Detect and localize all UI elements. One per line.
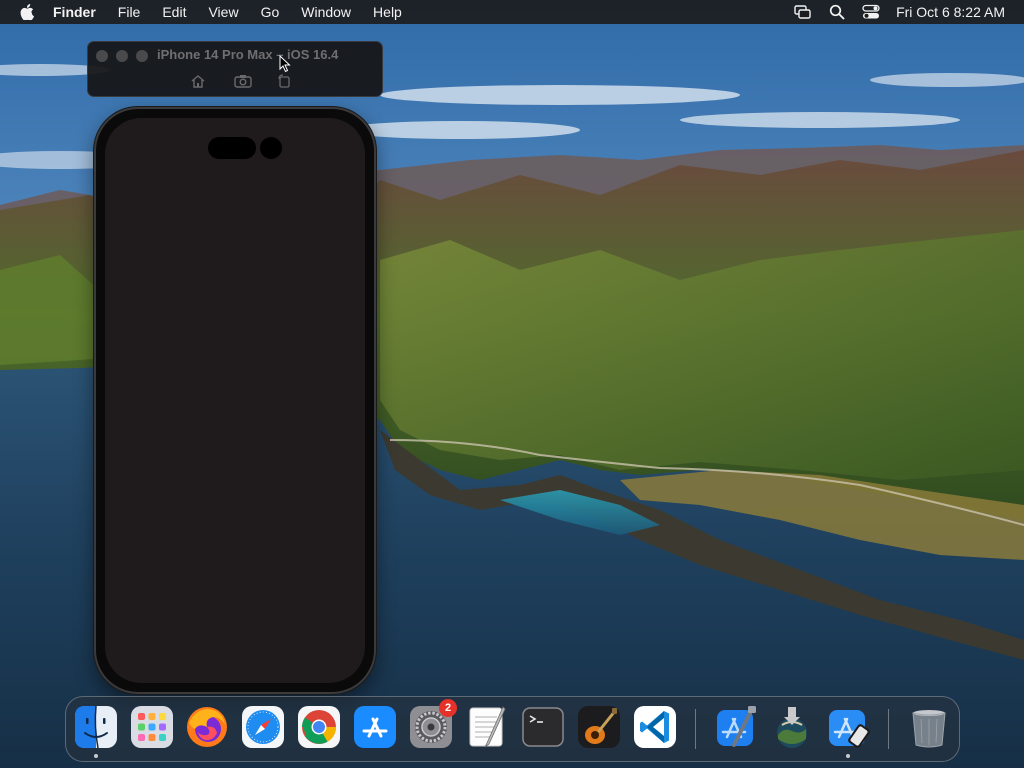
launchpad-icon — [131, 706, 173, 748]
dock-xcode[interactable] — [714, 705, 758, 749]
notification-badge: 2 — [439, 699, 457, 717]
menu-clock[interactable]: Fri Oct 6 8:22 AM — [896, 4, 1005, 20]
spotlight-search-icon[interactable] — [828, 4, 846, 20]
menu-bar: Finder File Edit View Go Window Help Fri… — [0, 0, 1024, 24]
menu-help[interactable]: Help — [373, 4, 402, 20]
firefox-icon — [187, 707, 227, 747]
dock-macos-installer[interactable] — [770, 705, 814, 749]
home-button[interactable] — [188, 72, 208, 90]
dock-firefox[interactable] — [185, 705, 229, 749]
iphone-screen[interactable] — [105, 118, 365, 683]
menu-status-area: Fri Oct 6 8:22 AM — [794, 0, 1024, 24]
dock-terminal[interactable] — [521, 705, 565, 749]
menu-edit[interactable]: Edit — [162, 4, 186, 20]
dock-garageband[interactable] — [577, 705, 621, 749]
control-center-icon[interactable] — [862, 4, 880, 20]
running-indicator — [846, 754, 850, 758]
zoom-button[interactable] — [136, 50, 148, 62]
dock-simulator[interactable] — [826, 705, 870, 758]
dock-system-settings[interactable]: 2 — [409, 699, 457, 749]
installer-icon — [777, 707, 807, 748]
minimize-button[interactable] — [116, 50, 128, 62]
dock-separator — [888, 709, 889, 749]
mouse-cursor-icon — [279, 54, 291, 78]
app-store-icon — [354, 706, 396, 748]
garageband-icon — [578, 706, 620, 748]
dock-app-store[interactable] — [353, 705, 397, 749]
screenshot-button[interactable] — [233, 72, 253, 90]
dock-safari[interactable] — [241, 705, 285, 749]
apple-menu-icon[interactable] — [19, 3, 35, 21]
dock-separator — [695, 709, 696, 749]
menu-window[interactable]: Window — [301, 4, 351, 20]
vscode-icon — [634, 706, 676, 748]
dock-vscode[interactable] — [633, 705, 677, 749]
finder-icon — [75, 705, 117, 749]
front-camera — [260, 137, 282, 159]
iphone-simulator-device — [94, 107, 376, 694]
xcode-icon — [717, 706, 756, 747]
safari-icon — [242, 706, 284, 748]
trash-icon — [912, 710, 946, 748]
close-button[interactable] — [96, 50, 108, 62]
screen-mirroring-icon[interactable] — [794, 4, 812, 20]
menu-view[interactable]: View — [208, 4, 238, 20]
terminal-icon — [522, 707, 564, 747]
dynamic-island — [208, 137, 256, 159]
simulator-window-toolbar: iPhone 14 Pro Max – iOS 16.4 — [87, 41, 383, 97]
running-indicator — [94, 754, 98, 758]
chrome-icon — [298, 706, 340, 748]
dock-trash[interactable] — [907, 705, 951, 749]
dock-textedit[interactable] — [465, 705, 509, 749]
screenshot-icon — [234, 75, 252, 88]
dock-launchpad[interactable] — [130, 705, 174, 749]
dock-finder[interactable] — [74, 705, 118, 758]
dock-chrome[interactable] — [297, 705, 341, 749]
textedit-icon — [469, 706, 506, 748]
simulator-title: iPhone 14 Pro Max – iOS 16.4 — [157, 47, 339, 62]
dock: 2 — [65, 696, 960, 762]
home-icon — [191, 75, 205, 88]
simulator-icon — [829, 710, 870, 748]
menu-go[interactable]: Go — [261, 4, 280, 20]
menu-file[interactable]: File — [118, 4, 141, 20]
menu-app-name[interactable]: Finder — [53, 4, 96, 20]
